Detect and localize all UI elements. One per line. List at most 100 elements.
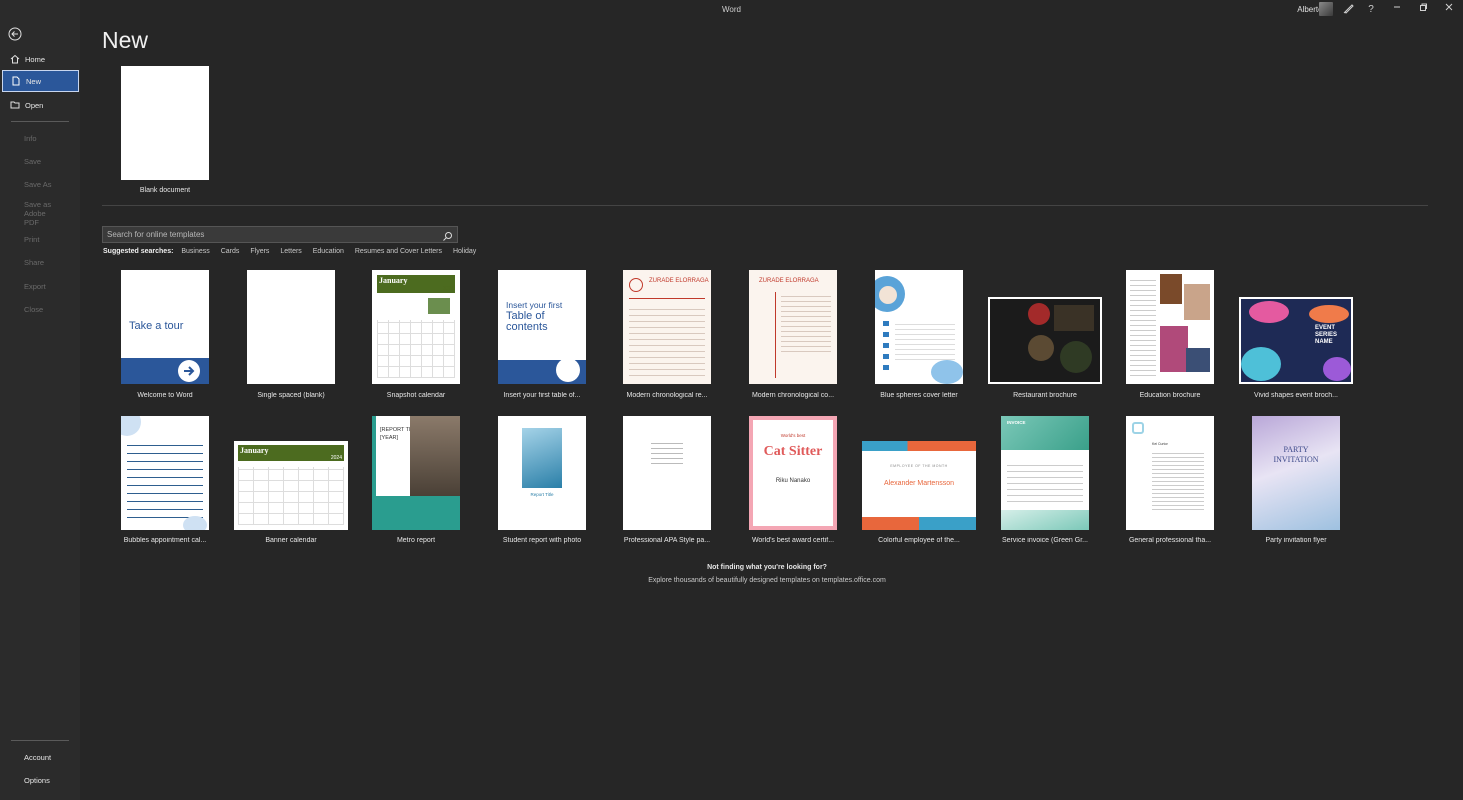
sidebar-item-label: New: [26, 76, 42, 86]
document-icon: [556, 358, 580, 382]
template-label: Education brochure: [1139, 392, 1201, 399]
template-colorful-employee[interactable]: EMPLOYEE OF THE MONTH Alexander Martenss…: [862, 441, 976, 530]
sidebar-item-new[interactable]: New: [2, 70, 79, 92]
template-vivid-shapes-event-brochure[interactable]: EVENT SERIES NAME: [1239, 297, 1353, 384]
home-icon: [10, 54, 20, 64]
award-title: Cat Sitter: [763, 444, 823, 459]
suggested-tag-letters[interactable]: Letters: [280, 248, 301, 255]
sidebar-item-save-adobe-pdf: Save as Adobe PDF: [2, 199, 62, 227]
sidebar-item-home[interactable]: Home: [2, 48, 79, 70]
template-label: Banner calendar: [265, 537, 317, 544]
template-label: General professional tha...: [1128, 537, 1212, 544]
sidebar-item-share: Share: [2, 251, 79, 273]
suggested-tag-flyers[interactable]: Flyers: [250, 248, 269, 255]
new-doc-icon: [11, 76, 21, 86]
search-input[interactable]: [103, 227, 433, 242]
page-title: New: [102, 27, 149, 53]
sidebar-item-info: Info: [2, 127, 79, 149]
letter-name: Kei Curtor: [1152, 442, 1168, 446]
event-line: EVENT: [1315, 325, 1336, 331]
suggested-label: Suggested searches:: [103, 248, 174, 255]
calendar-month: January: [379, 276, 408, 285]
main-pane: New Blank document Suggested searches: B…: [80, 0, 1463, 800]
template-label: Blue spheres cover letter: [880, 392, 958, 399]
sidebar-item-label: Save: [24, 156, 42, 166]
suggested-tag-business[interactable]: Business: [181, 248, 209, 255]
award-name: Riku Nanako: [775, 478, 811, 484]
sidebar-item-label: Open: [25, 100, 44, 110]
template-search-box: [102, 226, 458, 243]
toc-line: contents: [506, 321, 548, 333]
template-bubbles-appointment-calendar[interactable]: [121, 416, 209, 530]
party-line: PARTY: [1283, 445, 1309, 454]
sidebar-item-save: Save: [2, 150, 79, 172]
search-icon[interactable]: [442, 229, 453, 241]
divider: [102, 205, 1428, 206]
template-preview-text: Take a tour: [129, 320, 184, 332]
template-single-spaced[interactable]: [247, 270, 335, 384]
event-line: NAME: [1315, 339, 1333, 345]
sidebar-item-label: Home: [25, 54, 46, 64]
template-label: Restaurant brochure: [1013, 392, 1077, 399]
template-general-professional[interactable]: Kei Curtor: [1126, 416, 1214, 530]
employee-name: Alexander Martensson: [883, 480, 955, 487]
template-label: Bubbles appointment cal...: [123, 537, 207, 544]
template-modern-chronological-resume[interactable]: ZURADE ELORRAGA: [623, 270, 711, 384]
suggested-tag-education[interactable]: Education: [313, 248, 344, 255]
template-label: Professional APA Style pa...: [623, 537, 711, 544]
template-table-of-contents[interactable]: Insert your first Table of contents: [498, 270, 586, 384]
template-label: Modern chronological re...: [626, 392, 708, 399]
cover-name: ZURADE ELORRAGA: [759, 278, 819, 284]
suggested-tag-cards[interactable]: Cards: [221, 248, 240, 255]
sidebar-item-label: Options: [24, 775, 50, 785]
report-title: Report Title: [530, 492, 554, 497]
template-label: Metro report: [396, 537, 436, 544]
calendar-year: 2024: [442, 286, 454, 292]
template-label: Vivid shapes event broch...: [1254, 392, 1338, 399]
template-restaurant-brochure[interactable]: [988, 297, 1102, 384]
template-worlds-best-award[interactable]: World's best Cat Sitter Riku Nanako: [749, 416, 837, 530]
sidebar-item-label: Share: [24, 257, 45, 267]
resume-name: ZURADE ELORRAGA: [649, 278, 709, 284]
event-line: SERIES: [1315, 332, 1338, 338]
explore-templates-link[interactable]: Explore thousands of beautifully designe…: [610, 577, 924, 584]
sidebar-item-label: Account: [24, 752, 52, 762]
calendar-year: 2024: [330, 455, 342, 461]
template-welcome-to-word[interactable]: Take a tour: [121, 270, 209, 384]
backstage-sidebar: Home New Open Info Save Save As Save as …: [0, 0, 80, 800]
employee-caption: EMPLOYEE OF THE MONTH: [890, 464, 948, 468]
back-arrow-icon[interactable]: [8, 27, 22, 41]
sidebar-item-print: Print: [2, 228, 79, 250]
template-label: Service invoice (Green Gr...: [1002, 537, 1088, 544]
template-blue-spheres-cover-letter[interactable]: [875, 270, 963, 384]
template-label: Welcome to Word: [137, 392, 193, 399]
template-banner-calendar[interactable]: January 2024: [234, 441, 348, 530]
sidebar-item-label: Info: [24, 133, 37, 143]
template-label: World's best award certif...: [751, 537, 835, 544]
template-education-brochure[interactable]: [1126, 270, 1214, 384]
suggested-searches: Suggested searches: Business Cards Flyer…: [103, 248, 485, 255]
template-party-invitation[interactable]: PARTY INVITATION: [1252, 416, 1340, 530]
template-label: Student report with photo: [502, 537, 582, 544]
folder-open-icon: [10, 100, 20, 110]
suggested-tag-resumes[interactable]: Resumes and Cover Letters: [355, 248, 442, 255]
sidebar-item-account[interactable]: Account: [2, 746, 79, 768]
template-snapshot-calendar[interactable]: January 2024: [372, 270, 460, 384]
sidebar-item-open[interactable]: Open: [2, 94, 79, 116]
blank-document-thumbnail[interactable]: [121, 66, 209, 180]
template-label: Single spaced (blank): [257, 392, 325, 399]
template-professional-apa[interactable]: [623, 416, 711, 530]
sidebar-item-label: Save as Adobe PDF: [24, 199, 52, 227]
sidebar-separator: [11, 740, 69, 741]
sidebar-item-label: Export: [24, 281, 46, 291]
sidebar-separator: [11, 121, 69, 122]
template-modern-chronological-cover[interactable]: ZURADE ELORRAGA: [749, 270, 837, 384]
template-service-invoice[interactable]: INVOICE: [1001, 416, 1089, 530]
calendar-month: January: [240, 446, 269, 455]
template-metro-report[interactable]: [REPORT TITLE] [YEAR]: [372, 416, 460, 530]
award-badge: World's best: [780, 433, 806, 438]
sidebar-item-label: Close: [24, 304, 44, 314]
suggested-tag-holiday[interactable]: Holiday: [453, 248, 476, 255]
template-student-report[interactable]: Report Title: [498, 416, 586, 530]
sidebar-item-options[interactable]: Options: [2, 769, 79, 791]
